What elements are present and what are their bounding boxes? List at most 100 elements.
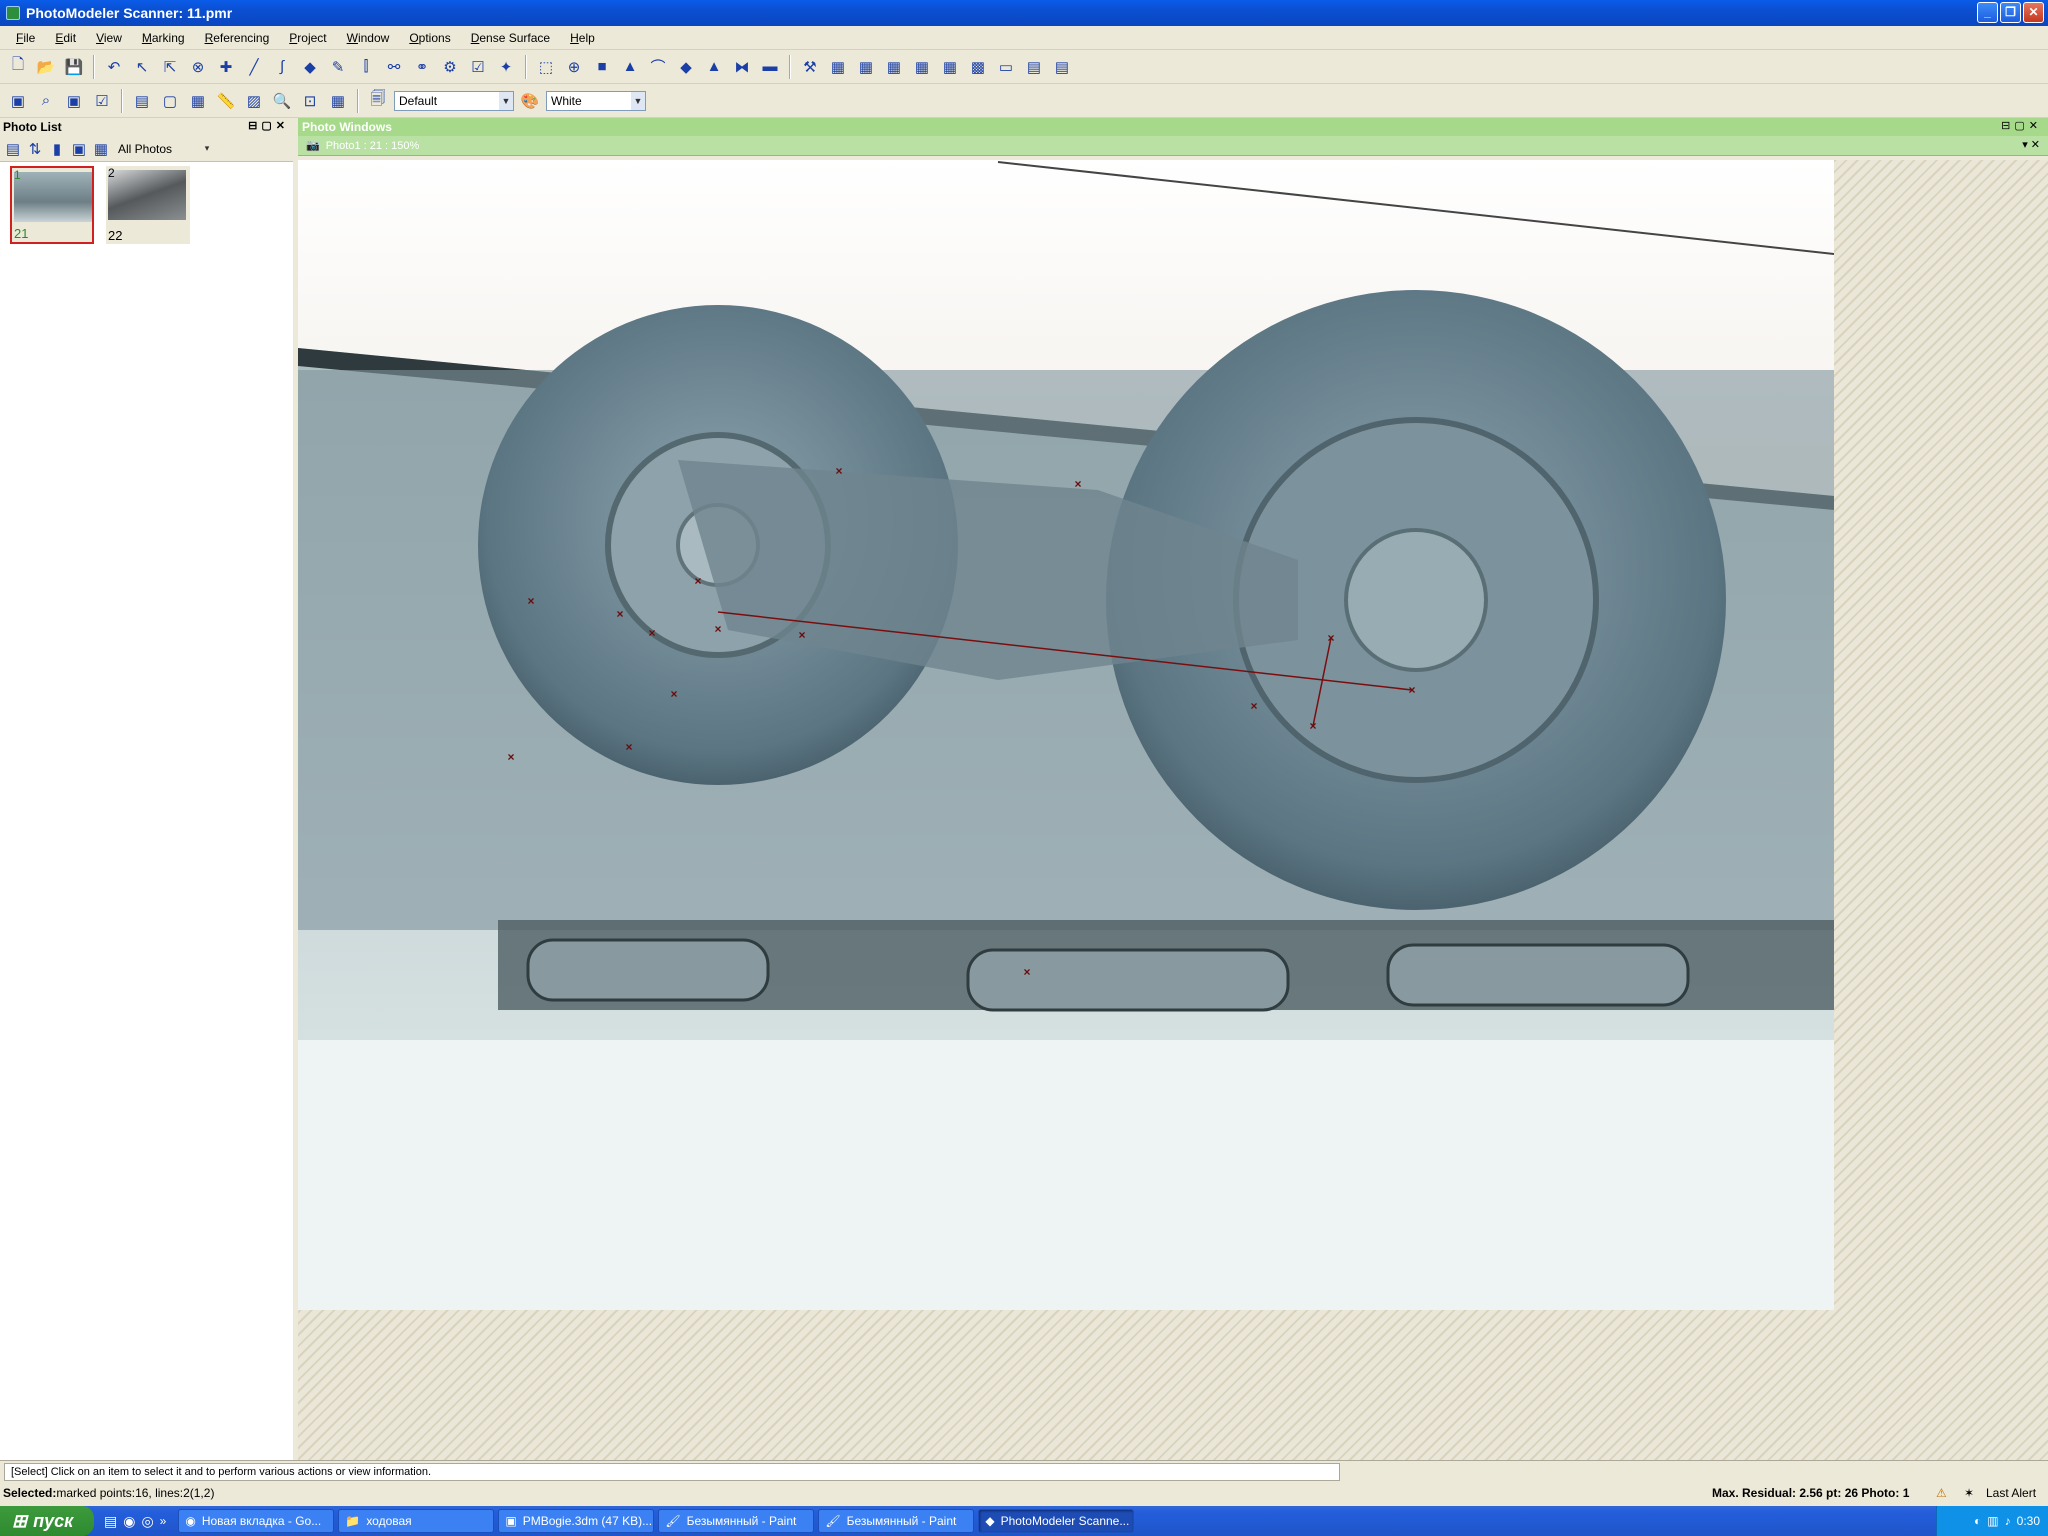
taskbar-task[interactable]: ◉ Новая вкладка - Go... [178,1509,335,1533]
menu-project[interactable]: Project [281,29,334,47]
ruler-icon[interactable]: 📏 [214,89,238,113]
taskbar-task[interactable]: 📁 ходовая [338,1509,495,1533]
delete-icon[interactable]: ⊗ [186,55,210,79]
volume-icon[interactable]: ♪ [2005,1514,2011,1528]
quicklaunch-chrome-icon[interactable]: ◉ [123,1513,135,1530]
menu-edit[interactable]: Edit [47,29,84,47]
quicklaunch-desktop-icon[interactable]: ▤ [104,1513,117,1530]
photo-thumbnail[interactable]: 2 22 [106,166,190,244]
layers-icon[interactable]: ▤ [1022,55,1046,79]
zoom-fit-icon[interactable]: ⊡ [298,89,322,113]
diamond-shape-icon[interactable]: ◆ [674,55,698,79]
menu-window[interactable]: Window [339,29,398,47]
quicklaunch-more-icon[interactable]: » [160,1514,167,1528]
language-icon[interactable]: ◐ [1974,1514,1981,1528]
visibility-settings-icon[interactable]: 🗐 [366,89,390,113]
menu-options[interactable]: Options [401,29,458,47]
orientation-icon[interactable]: ✦ [494,55,518,79]
layers-settings-icon[interactable]: ▤ [1050,55,1074,79]
menu-referencing[interactable]: Referencing [197,29,278,47]
palette-icon[interactable]: 🎨 [518,89,542,113]
quality-check-icon[interactable]: ☑ [466,55,490,79]
menu-marking[interactable]: Marking [134,29,193,47]
plane-icon[interactable]: ▬ [758,55,782,79]
grid-brush-icon[interactable]: ▦ [882,55,906,79]
mesh-icon[interactable]: ▩ [966,55,990,79]
photo-filter-select[interactable]: All Photos ▾ [114,138,214,159]
tab-close-icon[interactable]: ▾ ✕ [2022,138,2040,151]
auto-reference-icon[interactable]: ⚭ [410,55,434,79]
clock[interactable]: 0:30 [2017,1514,2040,1528]
network-icon[interactable]: ▥ [1987,1514,1998,1528]
panel-controls[interactable]: ⊟▢✕ [2001,119,2042,132]
reference-mode-icon[interactable]: ⚯ [382,55,406,79]
new-project-icon[interactable]: 🗋 [6,55,30,79]
sort-icon[interactable]: ⇅ [26,137,44,161]
open-project-icon[interactable]: 📂 [34,55,58,79]
pyramid-icon[interactable]: ▲ [702,55,726,79]
list-view-icon[interactable]: ▤ [4,137,22,161]
filmstrip-icon[interactable]: ▮ [48,137,66,161]
mark-points-icon[interactable]: ✚ [214,55,238,79]
menu-help[interactable]: Help [562,29,603,47]
process-icon[interactable]: ⚙ [438,55,462,79]
photo-thumbnail[interactable]: 1 21 [10,166,94,244]
grid-icon[interactable]: ▦ [938,55,962,79]
photo-tab[interactable]: 📷 Photo1 : 21 : 150% ▾ ✕ [298,136,2048,156]
taskbar-task[interactable]: ▣ PMBogie.3dm (47 KB)... [498,1509,655,1533]
3d-view-icon[interactable]: ⬚ [534,55,558,79]
mark-lines-icon[interactable]: ╱ [242,55,266,79]
image-edit-icon[interactable]: ▨ [242,89,266,113]
window-layout-icon[interactable]: ▢ [158,89,182,113]
checklist-icon[interactable]: ☑ [90,89,114,113]
menu-view[interactable]: View [88,29,130,47]
zoom-icon[interactable]: 🔍 [270,89,294,113]
table-view-icon[interactable]: ▤ [130,89,154,113]
undo-icon[interactable]: ↶ [102,55,126,79]
zoom-photo-icon[interactable]: ⌕ [34,89,58,113]
restore-button[interactable]: ❐ [2000,2,2021,23]
quicklaunch-browser-icon[interactable]: ◎ [141,1513,153,1530]
minimize-button[interactable]: _ [1977,2,1998,23]
note-icon[interactable]: ▭ [994,55,1018,79]
grid-tools-icon[interactable]: ▦ [910,55,934,79]
bowtie-icon[interactable]: ⧓ [730,55,754,79]
panel-controls[interactable]: ⊟▢✕ [248,119,289,132]
calendar-icon[interactable]: ▦ [186,89,210,113]
camera-view-icon[interactable]: ⊕ [562,55,586,79]
taskbar-task[interactable]: ◆ PhotoModeler Scanne... [978,1509,1135,1533]
close-button[interactable]: ✕ [2023,2,2044,23]
save-icon[interactable]: 💾 [62,55,86,79]
cube-icon[interactable]: ■ [590,55,614,79]
multi-select-icon[interactable]: ⇱ [158,55,182,79]
measure-icon[interactable]: ⚒ [798,55,822,79]
grid-layout-icon[interactable]: ▦ [326,89,350,113]
select-mode-icon[interactable]: ↖ [130,55,154,79]
mark-surface-icon[interactable]: ◆ [298,55,322,79]
photo-image[interactable]: × × × × × × × × × × × × × × × × [298,160,1834,1310]
visibility-settings-select[interactable]: Default ▼ [394,90,514,111]
filter-icon[interactable]: ▦ [92,137,110,161]
start-button[interactable]: ⊞ пуск [0,1506,94,1536]
mark-edge-icon[interactable]: ✎ [326,55,350,79]
arc-icon[interactable]: ⌒ [646,55,670,79]
grid-table-icon[interactable]: ▦ [826,55,850,79]
photo-canvas[interactable]: × × × × × × × × × × × × × × × × [298,160,2048,1460]
cylinder-icon[interactable]: ⫿ [354,55,378,79]
taskbar-task[interactable]: 🖌 Безымянный - Paint [818,1509,975,1533]
photo-list-toolbar: ▤ ⇅ ▮ ▣ ▦ All Photos ▾ [0,136,293,162]
grid-edit-icon[interactable]: ▦ [854,55,878,79]
mark-curves-icon[interactable]: ∫ [270,55,294,79]
menu-file[interactable]: File [8,29,43,47]
background-color-select[interactable]: White ▼ [546,90,646,111]
warning-icon[interactable]: ⚠ [1936,1486,1947,1500]
photo-properties-icon[interactable]: ▣ [62,89,86,113]
photo-settings-icon[interactable]: ▣ [70,137,88,161]
selected-label: Selected: [3,1486,57,1500]
taskbar-task[interactable]: 🖌 Безымянный - Paint [658,1509,815,1533]
last-alert-button[interactable]: Last Alert [1986,1486,2036,1500]
photo-view-icon[interactable]: ▣ [6,89,30,113]
menu-dense-surface[interactable]: Dense Surface [463,29,558,47]
taskbar-task-label: Безымянный - Paint [846,1514,957,1528]
wedge-icon[interactable]: ▲ [618,55,642,79]
